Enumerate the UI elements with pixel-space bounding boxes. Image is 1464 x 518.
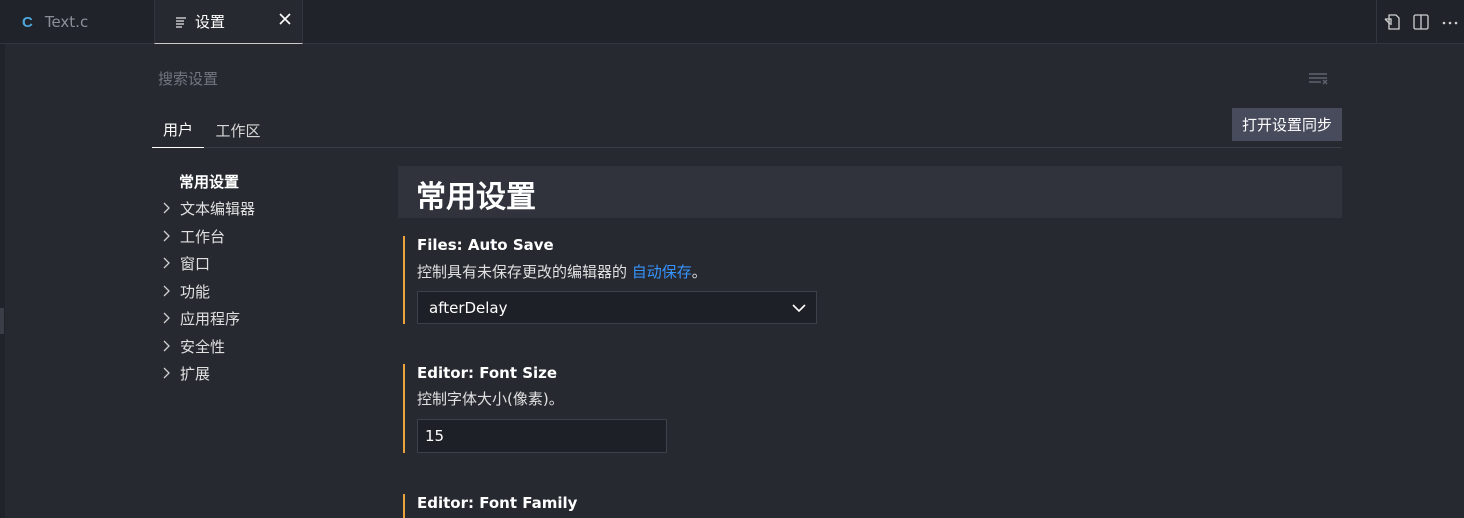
turn-on-settings-sync-button[interactable]: 打开设置同步 bbox=[1232, 108, 1342, 141]
search-input[interactable] bbox=[152, 62, 1342, 96]
toc-item-application[interactable]: 应用程序 bbox=[158, 306, 240, 330]
setting-editor-font-size: Editor: Font Size 控制字体大小(像素)。 bbox=[403, 364, 1342, 453]
toc-item-text-editor[interactable]: 文本编辑器 bbox=[158, 196, 255, 220]
description-suffix: 。 bbox=[691, 263, 707, 281]
toc-item-security[interactable]: 安全性 bbox=[158, 334, 225, 358]
split-editor-icon[interactable] bbox=[1412, 13, 1430, 31]
settings-lines-icon bbox=[176, 16, 186, 28]
editor-tab-bar: C Text.c 设置 bbox=[0, 0, 1464, 44]
selected-value: afterDelay bbox=[429, 298, 508, 317]
toc-item-workbench[interactable]: 工作台 bbox=[158, 224, 225, 248]
toc-item-label: 扩展 bbox=[180, 364, 211, 383]
toc-item-label: 窗口 bbox=[180, 254, 211, 273]
tab-label: Text.c bbox=[44, 13, 89, 31]
toc-item-features[interactable]: 功能 bbox=[158, 279, 210, 303]
c-language-icon: C bbox=[22, 13, 33, 31]
setting-title: Editor: Font Family bbox=[417, 494, 578, 512]
auto-save-link[interactable]: 自动保存 bbox=[632, 263, 692, 281]
setting-description: 控制字体大小(像素)。 bbox=[417, 390, 564, 408]
toc-item-window[interactable]: 窗口 bbox=[158, 251, 210, 275]
toc-item-label: 应用程序 bbox=[180, 309, 241, 328]
gutter-marker bbox=[0, 308, 4, 334]
section-title: 常用设置 bbox=[416, 180, 536, 215]
chevron-down-icon bbox=[792, 304, 806, 313]
editor-gutter bbox=[0, 44, 5, 518]
chevron-right-icon bbox=[163, 285, 170, 297]
more-actions-icon[interactable] bbox=[1441, 13, 1459, 31]
chevron-right-icon bbox=[163, 202, 170, 214]
font-size-input[interactable] bbox=[417, 419, 667, 453]
toc-item-label: 安全性 bbox=[180, 337, 226, 356]
editor-actions bbox=[1376, 0, 1464, 44]
toc-item-label: 功能 bbox=[180, 282, 211, 301]
tab-label: 设置 bbox=[195, 13, 226, 31]
tab-user[interactable]: 用户 bbox=[152, 112, 204, 148]
tab-settings[interactable]: 设置 bbox=[154, 0, 303, 44]
close-icon[interactable] bbox=[278, 12, 292, 26]
chevron-right-icon bbox=[163, 230, 170, 242]
open-settings-json-icon[interactable] bbox=[1383, 13, 1401, 31]
toc-item-extensions[interactable]: 扩展 bbox=[158, 361, 210, 385]
chevron-right-icon bbox=[163, 257, 170, 269]
description-text: 控制具有未保存更改的编辑器的 bbox=[417, 263, 632, 281]
toc-item-label: 工作台 bbox=[180, 227, 226, 246]
setting-title: Files: Auto Save bbox=[417, 236, 554, 254]
chevron-right-icon bbox=[163, 312, 170, 324]
filter-icon[interactable] bbox=[1308, 71, 1328, 87]
settings-scope-tabs: 用户 工作区 bbox=[152, 112, 1342, 148]
settings-search bbox=[152, 62, 1342, 96]
tab-text-c[interactable]: C Text.c bbox=[0, 0, 154, 44]
toc-item-label: 文本编辑器 bbox=[180, 199, 256, 218]
chevron-right-icon bbox=[163, 340, 170, 352]
setting-description: 控制具有未保存更改的编辑器的 自动保存。 bbox=[417, 261, 707, 282]
auto-save-dropdown[interactable]: afterDelay bbox=[417, 291, 817, 324]
chevron-right-icon bbox=[163, 367, 170, 379]
setting-editor-font-family: Editor: Font Family bbox=[403, 494, 1342, 518]
section-header: 常用设置 bbox=[398, 166, 1342, 218]
setting-title: Editor: Font Size bbox=[417, 364, 558, 382]
setting-files-auto-save: Files: Auto Save 控制具有未保存更改的编辑器的 自动保存。 af… bbox=[403, 236, 1342, 324]
tab-workspace[interactable]: 工作区 bbox=[208, 112, 268, 148]
toc-item-common[interactable]: 常用设置 bbox=[158, 169, 239, 193]
